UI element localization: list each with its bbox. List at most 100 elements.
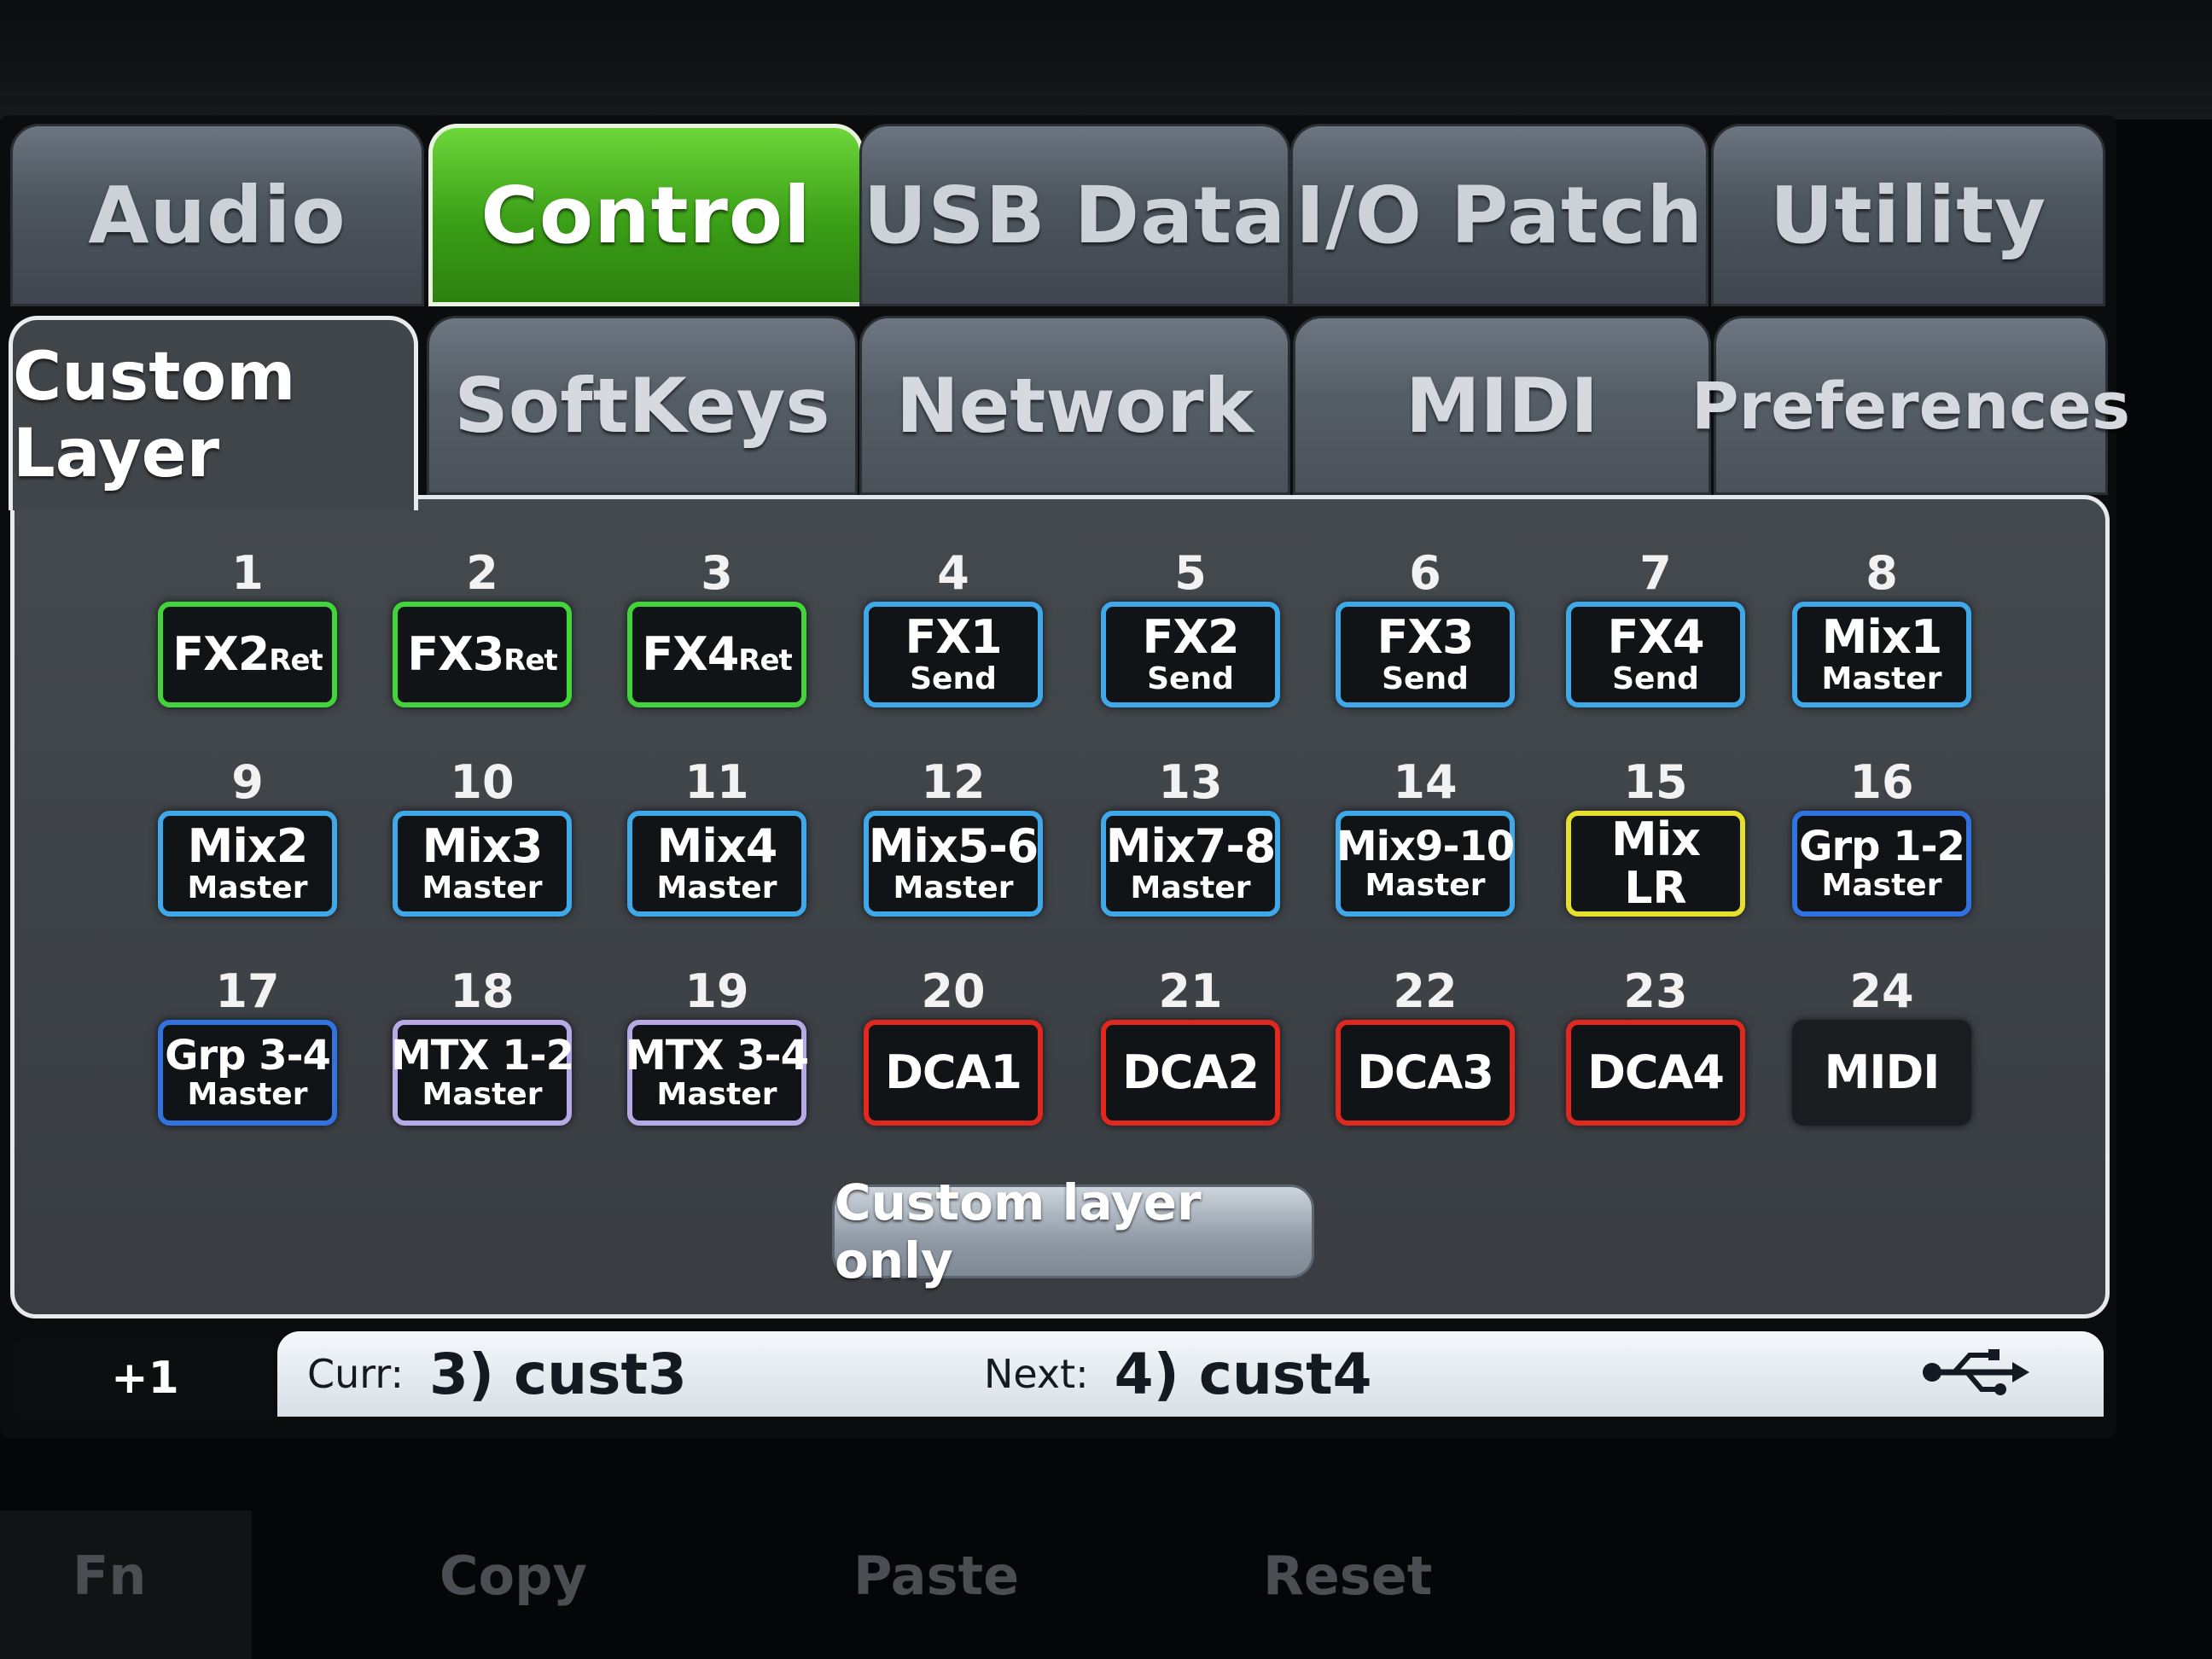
slot-number: 21 — [1158, 964, 1223, 1018]
slot-key-13[interactable]: Mix7-8 Master — [1101, 811, 1280, 917]
slot-number: 15 — [1623, 755, 1688, 809]
slot-key-suffix: Ret — [269, 643, 323, 678]
slot-key-sublabel: Master — [422, 1077, 543, 1112]
tab-usb-data[interactable]: USB Data — [859, 124, 1290, 306]
slot-key-sublabel: Master — [656, 1077, 777, 1112]
slot-key-label: DCA1 — [885, 1050, 1022, 1096]
slot-key-main: Grp 1-2 — [1799, 823, 1965, 870]
slot-key-label: Mix — [1611, 817, 1701, 863]
slot-key-main: FX2 — [172, 627, 270, 681]
slot-number: 12 — [921, 755, 986, 809]
tab-softkeys[interactable]: SoftKeys — [427, 316, 858, 495]
slot-number: 19 — [684, 964, 749, 1018]
slot-key-label: Mix2 — [188, 824, 309, 870]
slot-key-21[interactable]: DCA2 — [1101, 1020, 1280, 1126]
slot-key-label: MIDI — [1825, 1050, 1941, 1096]
slot-key-18[interactable]: MTX 1-2 Master — [391, 1020, 574, 1126]
usb-icon — [1923, 1349, 2029, 1395]
slot-key-main: DCA4 — [1587, 1045, 1725, 1099]
slot-key-23[interactable]: DCA4 — [1566, 1020, 1745, 1126]
slot-key-24[interactable]: MIDI — [1792, 1020, 1971, 1126]
tab-control[interactable]: Control — [428, 124, 864, 306]
slot-number: 10 — [450, 755, 515, 809]
slot-key-main: Mix1 — [1821, 610, 1943, 664]
slot-key-suffix: Ret — [504, 643, 557, 678]
slot-key-8[interactable]: Mix1 Master — [1792, 602, 1971, 707]
tab-midi[interactable]: MIDI — [1293, 316, 1711, 495]
slot-key-sublabel: Master — [187, 1077, 308, 1112]
slot-key-suffix: Ret — [738, 643, 792, 678]
slot-key-9[interactable]: Mix2 Master — [158, 811, 337, 917]
slot-number: 8 — [1866, 546, 1898, 600]
slot-key-main: Mix — [1610, 812, 1701, 866]
slot-key-label: DCA2 — [1122, 1050, 1260, 1096]
slot-key-main: Mix5-6 — [868, 819, 1039, 873]
hw-paste-button[interactable]: Paste — [853, 1545, 1019, 1607]
slot-key-17[interactable]: Grp 3-4 Master — [158, 1020, 337, 1126]
layer-offset: +1 — [17, 1340, 273, 1417]
slot-key-sublabel: Master — [422, 870, 543, 905]
device-bezel — [0, 0, 2212, 119]
slot-key-22[interactable]: DCA3 — [1336, 1020, 1515, 1126]
tab-custom-layer[interactable]: Custom Layer — [9, 316, 418, 510]
slot-number: 16 — [1849, 755, 1914, 809]
slot-key-1[interactable]: FX2Ret — [158, 602, 337, 707]
slot-key-12[interactable]: Mix5-6 Master — [864, 811, 1043, 917]
slot-key-main: FX2 — [1142, 610, 1239, 664]
slot-key-3[interactable]: FX4Ret — [627, 602, 806, 707]
slot-key-label: Mix3 — [422, 824, 544, 870]
slot-key-main: Mix9-10 — [1336, 823, 1515, 870]
slot-key-label: DCA3 — [1357, 1050, 1494, 1096]
top-tab-bar: Audio Control USB Data I/O Patch Utility — [10, 124, 2105, 311]
slot-key-main: MIDI — [1824, 1045, 1941, 1099]
slot-key-7[interactable]: FX4 Send — [1566, 602, 1745, 707]
slot-key-label: Mix1 — [1822, 614, 1943, 661]
slot-key-label: MTX 1-2 — [391, 1035, 574, 1076]
slot-key-main: Grp 3-4 — [165, 1032, 331, 1080]
tab-network[interactable]: Network — [859, 316, 1290, 495]
slot-key-main: Mix7-8 — [1105, 819, 1277, 873]
slot-number: 6 — [1409, 546, 1441, 600]
sub-tab-bar: Custom Layer SoftKeys Network MIDI Prefe… — [9, 316, 2130, 510]
slot-key-5[interactable]: FX2 Send — [1101, 602, 1280, 707]
slot-key-2[interactable]: FX3Ret — [393, 602, 572, 707]
slot-key-label: Grp 1-2 — [1799, 826, 1965, 867]
slot-number: 9 — [231, 755, 264, 809]
slot-key-4[interactable]: FX1 Send — [864, 602, 1043, 707]
custom-layer-only-button[interactable]: Custom layer only — [832, 1173, 1314, 1289]
slot-key-20[interactable]: DCA1 — [864, 1020, 1043, 1126]
slot-key-sublabel: Send — [910, 661, 997, 696]
slot-key-10[interactable]: Mix3 Master — [393, 811, 572, 917]
slot-key-main: DCA1 — [885, 1045, 1022, 1099]
slot-key-6[interactable]: FX3 Send — [1336, 602, 1515, 707]
status-bar: Curr: 3) cust3 Next: 4) cust4 — [277, 1331, 2104, 1417]
slot-number: 23 — [1623, 964, 1688, 1018]
slot-key-label: FX1 — [905, 614, 1002, 661]
tab-utility[interactable]: Utility — [1711, 124, 2105, 306]
slot-key-main: FX1 — [905, 610, 1002, 664]
slot-key-label: FX3Ret — [407, 632, 558, 678]
tab-preferences[interactable]: Preferences — [1691, 316, 2130, 495]
slot-key-main: MTX 3-4 — [626, 1032, 809, 1080]
hw-copy-button[interactable]: Copy — [439, 1545, 587, 1607]
slot-number: 3 — [701, 546, 733, 600]
hw-reset-button[interactable]: Reset — [1263, 1545, 1432, 1607]
slot-key-sublabel: Master — [187, 870, 308, 905]
slot-key-11[interactable]: Mix4 Master — [627, 811, 806, 917]
tab-audio[interactable]: Audio — [10, 124, 424, 306]
slot-key-main: FX4 — [642, 627, 739, 681]
slot-key-main: FX3 — [407, 627, 504, 681]
hw-fn-button[interactable]: Fn — [73, 1545, 147, 1607]
slot-number: 24 — [1849, 964, 1914, 1018]
slot-key-label: Mix5-6 — [869, 824, 1039, 870]
slot-key-14[interactable]: Mix9-10 Master — [1336, 811, 1515, 917]
slot-key-main: Mix3 — [422, 819, 544, 873]
slot-key-sublabel: Send — [1612, 661, 1699, 696]
slot-key-16[interactable]: Grp 1-2 Master — [1792, 811, 1971, 917]
slot-number: 17 — [215, 964, 280, 1018]
slot-key-19[interactable]: MTX 3-4 Master — [626, 1020, 809, 1126]
tab-io-patch[interactable]: I/O Patch — [1290, 124, 1708, 306]
slot-key-sublabel: Send — [1147, 661, 1234, 696]
slot-number: 4 — [937, 546, 969, 600]
slot-key-15[interactable]: Mix LR — [1566, 811, 1745, 917]
